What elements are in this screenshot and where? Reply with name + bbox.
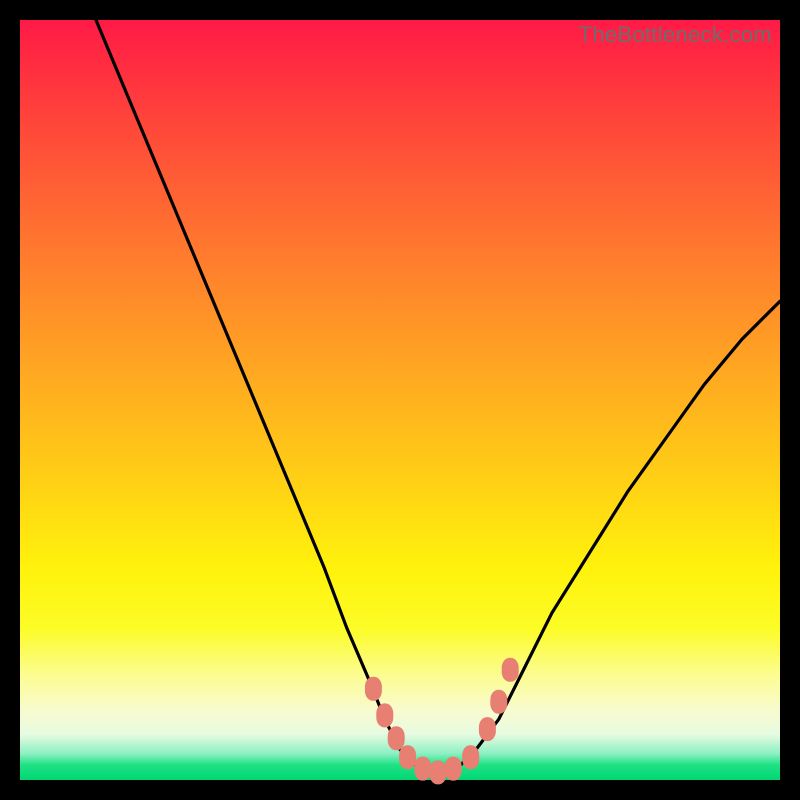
curve-marker [399, 745, 416, 769]
curve-marker [462, 745, 479, 769]
curve-marker [502, 658, 519, 682]
curve-marker [376, 703, 393, 727]
curve-marker [365, 677, 382, 701]
curve-marker [388, 726, 405, 750]
plot-area: TheBottleneck.com [20, 20, 780, 780]
curve-marker [490, 690, 507, 714]
chart-svg [20, 20, 780, 780]
curve-marker [414, 757, 431, 781]
bottleneck-curve [96, 20, 780, 772]
chart-frame: TheBottleneck.com [0, 0, 800, 800]
curve-marker [479, 717, 496, 741]
curve-marker [430, 760, 447, 784]
curve-marker [445, 757, 462, 781]
